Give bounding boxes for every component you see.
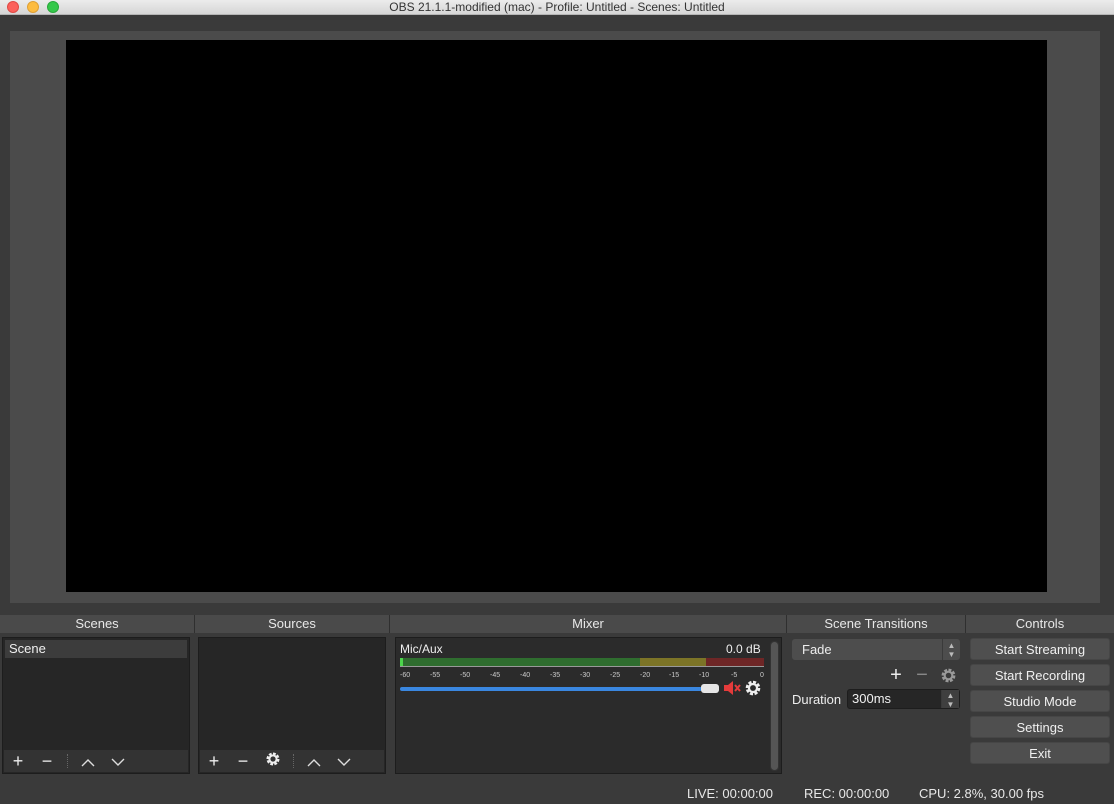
meter-tick-label: -35 (550, 672, 561, 679)
volume-meter (400, 658, 764, 666)
meter-tick-label: -20 (640, 672, 651, 679)
start-streaming-button[interactable]: Start Streaming (970, 638, 1110, 660)
gear-icon[interactable] (744, 679, 762, 697)
zoom-window-button[interactable] (47, 1, 59, 13)
spinbox-arrows-icon[interactable]: ▲ ▼ (941, 690, 959, 709)
move-scene-up-button[interactable] (76, 751, 100, 771)
audio-mixer: Mic/Aux 0.0 dB -60 -55 -50 -45 -40 -35 -… (395, 637, 782, 774)
studio-mode-button[interactable]: Studio Mode (970, 690, 1110, 712)
rec-status: REC: 00:00:00 (804, 786, 890, 801)
gear-icon (266, 752, 280, 766)
move-source-up-button[interactable] (302, 751, 326, 771)
meter-tick-label: -45 (490, 672, 501, 679)
source-properties-button[interactable] (261, 751, 285, 771)
live-status: LIVE: 00:00:00 (687, 786, 774, 801)
sources-list[interactable]: + − (198, 637, 386, 774)
meter-tick-label: -25 (610, 672, 621, 679)
meter-green-zone (400, 658, 640, 666)
scenes-toolbar: + − (4, 750, 188, 772)
preview-canvas[interactable] (66, 40, 1047, 592)
sources-dock-header: Sources (195, 615, 389, 633)
chevron-up-icon (307, 759, 321, 767)
chevron-up-icon (81, 759, 95, 767)
settings-button[interactable]: Settings (970, 716, 1110, 738)
meter-tick-label: 0 (760, 672, 764, 679)
muted-speaker-icon[interactable] (722, 679, 742, 697)
mixer-scrollbar-thumb[interactable] (771, 642, 778, 770)
transitions-dock-header: Scene Transitions (787, 615, 965, 633)
preview-area (10, 31, 1100, 603)
meter-tick-label: -50 (460, 672, 471, 679)
controls-dock-header: Controls (966, 615, 1114, 633)
mixer-level-readout: 0.0 dB (726, 642, 761, 656)
select-arrows-icon: ▲ ▼ (942, 639, 960, 660)
meter-tick-label: -40 (520, 672, 531, 679)
gear-icon (941, 668, 955, 683)
window-title: OBS 21.1.1-modified (mac) - Profile: Unt… (389, 0, 725, 14)
meter-tick-label: -60 (400, 672, 411, 679)
mixer-channel-name: Mic/Aux (400, 642, 443, 656)
duration-label: Duration (792, 692, 842, 707)
meter-scale (400, 666, 764, 670)
cpu-status: CPU: 2.8%, 30.00 fps (919, 786, 1045, 801)
scenes-dock-header: Scenes (0, 615, 194, 633)
meter-tick-label: -30 (580, 672, 591, 679)
remove-transition-button[interactable]: − (911, 664, 933, 686)
transition-properties-button[interactable] (937, 664, 959, 686)
close-window-button[interactable] (7, 1, 19, 13)
transition-select-value: Fade (802, 642, 832, 657)
meter-red-zone (706, 658, 764, 666)
scene-list-item[interactable]: Scene (5, 640, 187, 658)
chevron-down-icon (337, 758, 351, 766)
add-transition-button[interactable]: + (885, 664, 907, 686)
sources-toolbar: + − (200, 750, 384, 772)
chevron-down-icon (111, 758, 125, 766)
exit-button[interactable]: Exit (970, 742, 1110, 764)
add-scene-button[interactable]: + (6, 751, 30, 771)
transition-select[interactable]: Fade ▲ ▼ (792, 639, 960, 660)
volume-fader-handle[interactable] (701, 684, 719, 693)
start-recording-button[interactable]: Start Recording (970, 664, 1110, 686)
move-scene-down-button[interactable] (106, 751, 130, 771)
meter-peak-indicator (400, 658, 403, 666)
title-bar: OBS 21.1.1-modified (mac) - Profile: Unt… (0, 0, 1114, 15)
remove-scene-button[interactable]: − (35, 751, 59, 771)
move-source-down-button[interactable] (332, 751, 356, 771)
toolbar-separator (67, 754, 68, 768)
meter-yellow-zone (640, 658, 706, 666)
duration-spinbox[interactable]: 300ms ▲ ▼ (847, 689, 960, 709)
meter-tick-label: -5 (731, 672, 738, 679)
meter-tick-label: -55 (430, 672, 441, 679)
meter-tick-label: -10 (699, 672, 710, 679)
scenes-list[interactable]: Scene + − (2, 637, 190, 774)
remove-source-button[interactable]: − (231, 751, 255, 771)
duration-value: 300ms (852, 691, 892, 706)
meter-tick-label: -15 (669, 672, 680, 679)
minimize-window-button[interactable] (27, 1, 39, 13)
mixer-dock-header: Mixer (390, 615, 786, 633)
add-source-button[interactable]: + (202, 751, 226, 771)
toolbar-separator (293, 754, 294, 768)
volume-fader-track[interactable] (400, 687, 702, 691)
mixer-scrollbar[interactable] (770, 641, 779, 771)
